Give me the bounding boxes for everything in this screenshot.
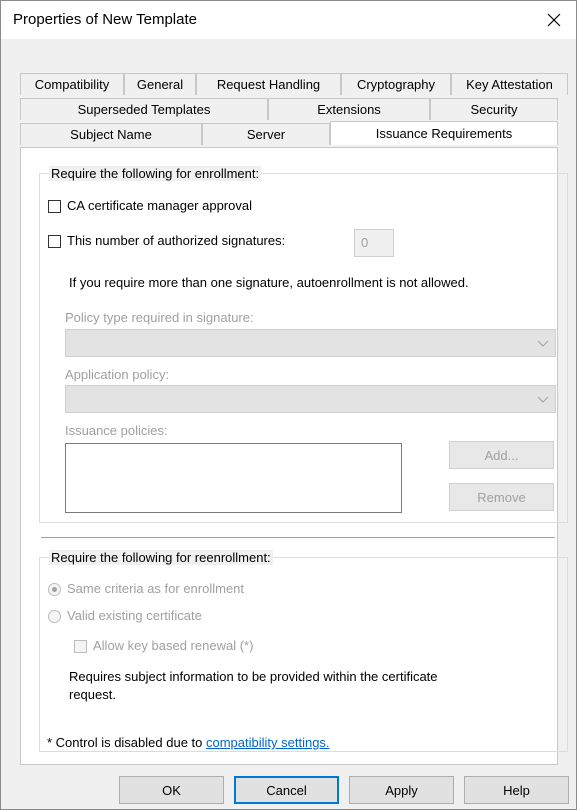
tab-label: Request Handling <box>216 77 321 92</box>
section-divider <box>41 537 555 538</box>
ok-label: OK <box>162 782 181 798</box>
remove-policy-button[interactable]: Remove <box>449 483 554 511</box>
tab-superseded-templates[interactable]: Superseded Templates <box>20 98 268 120</box>
properties-dialog: Properties of New Template Compatibility… <box>0 0 577 810</box>
ca-approval-label: CA certificate manager approval <box>67 198 252 213</box>
tab-label: General <box>136 77 184 92</box>
tab-label: Extensions <box>317 102 381 117</box>
add-policy-button[interactable]: Add... <box>449 441 554 469</box>
tab-compatibility[interactable]: Compatibility <box>20 73 124 95</box>
ca-approval-checkbox[interactable] <box>48 200 61 213</box>
disabled-footnote: * Control is disabled due to compatibili… <box>47 735 330 750</box>
chevron-down-icon <box>537 396 549 403</box>
issuance-policies-label: Issuance policies: <box>65 423 168 438</box>
tab-label: Cryptography <box>356 77 436 92</box>
issuance-policies-list[interactable] <box>65 443 402 513</box>
footnote-text: * Control is disabled due to <box>47 735 206 750</box>
allow-key-renewal-label: Allow key based renewal (*) <box>93 638 254 653</box>
valid-certificate-radio[interactable] <box>48 610 61 623</box>
help-button[interactable]: Help <box>464 776 569 804</box>
tab-key-attestation[interactable]: Key Attestation <box>451 73 568 95</box>
reenrollment-legend: Require the following for reenrollment: <box>49 550 273 565</box>
tab-label: Compatibility <box>34 77 110 92</box>
requires-subject-note-line2: request. <box>69 687 116 702</box>
apply-label: Apply <box>385 782 418 798</box>
dialog-title: Properties of New Template <box>13 11 197 28</box>
tab-security[interactable]: Security <box>430 98 558 120</box>
enrollment-legend: Require the following for enrollment: <box>49 166 262 181</box>
close-button[interactable] <box>532 1 576 39</box>
authorized-signatures-input[interactable]: 0 <box>354 229 394 257</box>
allow-key-renewal-checkbox[interactable] <box>74 640 87 653</box>
tab-extensions[interactable]: Extensions <box>268 98 430 120</box>
requires-subject-note-line1: Requires subject information to be provi… <box>69 669 438 684</box>
tab-subject-name[interactable]: Subject Name <box>20 123 202 145</box>
tab-label: Subject Name <box>70 127 152 142</box>
tab-label: Issuance Requirements <box>375 126 513 141</box>
remove-button-label: Remove <box>477 489 526 505</box>
policy-type-label: Policy type required in signature: <box>65 310 254 325</box>
title-bar: Properties of New Template <box>1 1 576 39</box>
help-label: Help <box>503 782 530 798</box>
tab-request-handling[interactable]: Request Handling <box>196 73 341 95</box>
valid-certificate-label: Valid existing certificate <box>67 608 202 623</box>
autoenroll-note: If you require more than one signature, … <box>69 275 469 290</box>
same-criteria-label: Same criteria as for enrollment <box>67 581 245 596</box>
tab-server[interactable]: Server <box>202 123 330 145</box>
tab-label: Superseded Templates <box>77 102 211 117</box>
tab-issuance-requirements[interactable]: Issuance Requirements <box>330 121 558 145</box>
chevron-down-icon <box>537 340 549 347</box>
policy-type-select[interactable] <box>65 329 556 357</box>
application-policy-select[interactable] <box>65 385 556 413</box>
tab-label: Security <box>470 102 518 117</box>
cancel-label: Cancel <box>266 782 307 798</box>
apply-button[interactable]: Apply <box>349 776 454 804</box>
compatibility-settings-link[interactable]: compatibility settings. <box>206 735 330 750</box>
cancel-button[interactable]: Cancel <box>234 776 339 804</box>
authorized-signatures-checkbox[interactable] <box>48 235 61 248</box>
tab-label: Server <box>246 127 286 142</box>
authorized-signatures-label: This number of authorized signatures: <box>67 233 286 248</box>
add-button-label: Add... <box>484 447 519 463</box>
ok-button[interactable]: OK <box>119 776 224 804</box>
tab-cryptography[interactable]: Cryptography <box>341 73 451 95</box>
tab-label: Key Attestation <box>466 77 553 92</box>
application-policy-label: Application policy: <box>65 367 170 382</box>
same-criteria-radio[interactable] <box>48 583 61 596</box>
close-icon <box>547 13 561 27</box>
tab-general[interactable]: General <box>124 73 196 95</box>
